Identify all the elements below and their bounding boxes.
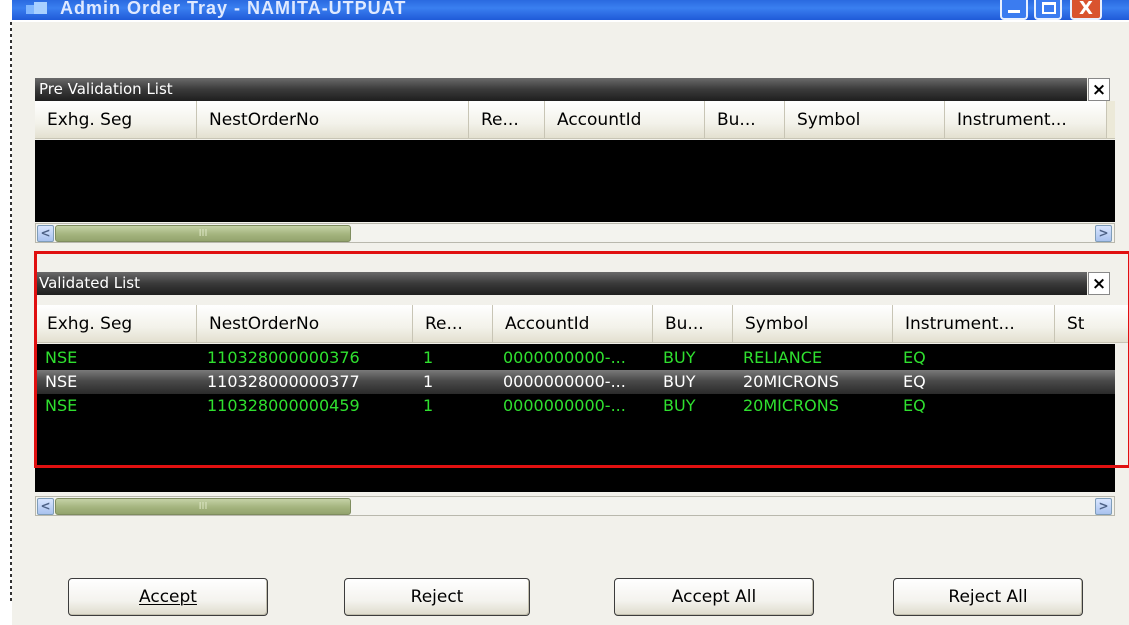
cell-account-id: 0000000000-... (503, 372, 626, 391)
col-symbol[interactable]: Symbol (733, 305, 893, 342)
col-instrument[interactable]: Instrument... (893, 305, 1055, 342)
scroll-thumb[interactable]: III (55, 498, 351, 515)
minimize-icon (1008, 10, 1020, 13)
cell-buy: BUY (663, 372, 696, 391)
cell-symbol: 20MICRONS (743, 396, 839, 415)
cell-re: 1 (423, 348, 434, 367)
cell-instrument: EQ (903, 372, 926, 391)
cell-nest-order-no: 110328000000376 (207, 348, 360, 367)
pre-validation-header: Pre Validation List (35, 78, 1087, 101)
col-instrument[interactable]: Instrument... (945, 101, 1107, 138)
reject-all-label: Reject All (948, 587, 1028, 607)
table-row[interactable]: NSE 110328000000459 1 0000000000-... BUY 20MI… (35, 394, 1115, 418)
cell-account-id: 0000000000-... (503, 396, 626, 415)
accept-all-button[interactable]: Accept All (614, 578, 814, 616)
close-icon: X (1079, 0, 1093, 19)
cell-nest-order-no: 110328000000377 (207, 372, 360, 391)
scroll-thumb[interactable]: III (55, 225, 351, 242)
window-title-bar[interactable]: Admin Order Tray - NAMITA-UTPUAT X (12, 0, 1129, 20)
accept-button[interactable]: Accept (68, 578, 268, 616)
validated-column-headers: Exhg. Seg NestOrderNo Re... AccountId Bu… (35, 305, 1129, 343)
scroll-right-button[interactable]: > (1095, 225, 1112, 242)
cell-exhg-seg: NSE (45, 396, 78, 415)
cell-buy: BUY (663, 396, 696, 415)
reject-button[interactable]: Reject (344, 578, 530, 616)
pre-validation-grid[interactable] (35, 140, 1115, 222)
close-icon: × (1091, 274, 1107, 294)
pre-validation-close-button[interactable]: × (1088, 78, 1110, 101)
maximize-icon (1042, 2, 1056, 14)
table-row[interactable]: NSE 110328000000377 1 0000000000-... BUY 20MI… (35, 370, 1115, 394)
window-title: Admin Order Tray - NAMITA-UTPUAT (60, 0, 407, 18)
pre-validation-column-headers: Exhg. Seg NestOrderNo Re... AccountId Bu… (35, 101, 1115, 139)
scroll-grip: III (198, 228, 208, 239)
validated-hscrollbar[interactable]: < III > (35, 496, 1115, 516)
col-nest-order-no[interactable]: NestOrderNo (197, 101, 469, 138)
cell-symbol: RELIANCE (743, 348, 823, 367)
col-status[interactable]: St (1055, 305, 1129, 342)
reject-label: Reject (410, 587, 464, 607)
cell-re: 1 (423, 372, 434, 391)
validated-grid[interactable]: NSE 110328000000376 1 0000000000-... BUY RELI… (35, 344, 1115, 492)
cell-nest-order-no: 110328000000459 (207, 396, 360, 415)
scroll-grip: III (198, 501, 208, 512)
col-exhg-seg[interactable]: Exhg. Seg (35, 101, 197, 138)
validated-header: Validated List (35, 272, 1087, 295)
col-buy[interactable]: Bu... (705, 101, 785, 138)
pre-validation-title: Pre Validation List (39, 80, 173, 98)
cell-instrument: EQ (903, 348, 926, 367)
minimize-button[interactable] (1000, 0, 1028, 20)
scroll-left-button[interactable]: < (37, 498, 54, 515)
col-re[interactable]: Re... (469, 101, 545, 138)
validated-title: Validated List (39, 274, 140, 292)
accept-all-label: Accept All (671, 587, 757, 607)
col-buy[interactable]: Bu... (653, 305, 733, 342)
close-icon: × (1091, 80, 1107, 100)
cell-buy: BUY (663, 348, 696, 367)
scroll-right-button[interactable]: > (1095, 498, 1112, 515)
validated-close-button[interactable]: × (1088, 272, 1110, 295)
cell-symbol: 20MICRONS (743, 372, 839, 391)
col-nest-order-no[interactable]: NestOrderNo (197, 305, 413, 342)
maximize-button[interactable] (1034, 0, 1062, 20)
reject-all-button[interactable]: Reject All (893, 578, 1083, 616)
pre-validation-hscrollbar[interactable]: < III > (35, 223, 1115, 243)
cell-exhg-seg: NSE (45, 372, 78, 391)
col-re[interactable]: Re... (413, 305, 493, 342)
window-close-button[interactable]: X (1070, 0, 1102, 20)
col-exhg-seg[interactable]: Exhg. Seg (35, 305, 197, 342)
cell-exhg-seg: NSE (45, 348, 78, 367)
cell-instrument: EQ (903, 396, 926, 415)
chevron-left-icon: < (40, 499, 51, 513)
col-account-id[interactable]: AccountId (545, 101, 705, 138)
app-icon (26, 2, 47, 14)
chevron-right-icon: > (1098, 226, 1109, 240)
chevron-right-icon: > (1098, 499, 1109, 513)
col-symbol[interactable]: Symbol (785, 101, 945, 138)
col-account-id[interactable]: AccountId (493, 305, 653, 342)
table-row[interactable]: NSE 110328000000376 1 0000000000-... BUY RELI… (35, 346, 1115, 370)
scroll-left-button[interactable]: < (37, 225, 54, 242)
cell-re: 1 (423, 396, 434, 415)
chevron-left-icon: < (40, 226, 51, 240)
accept-label: Accept (139, 587, 197, 607)
cell-account-id: 0000000000-... (503, 348, 626, 367)
